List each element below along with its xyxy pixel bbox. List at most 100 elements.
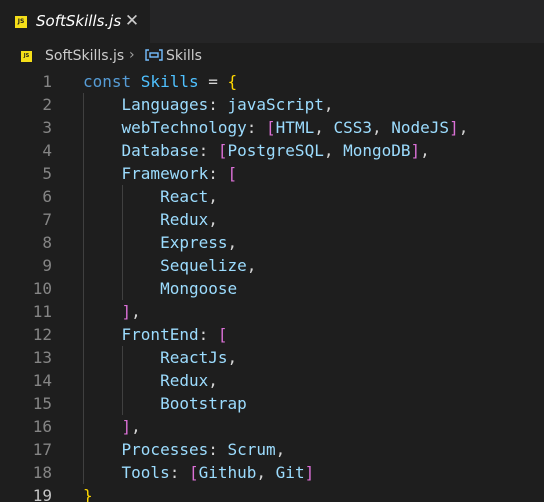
close-icon[interactable]: ✕ (123, 11, 141, 31)
code-token: , (323, 95, 334, 114)
code-text: Tools: [Github, Git] (83, 461, 315, 484)
line-number: 6 (42, 187, 52, 206)
code-text: Database: [PostgreSQL, MongoDB], (83, 139, 430, 162)
code-token: CSS3 (333, 118, 372, 137)
line-number: 12 (32, 325, 52, 344)
code-token: Processes (121, 440, 209, 459)
code-token: [ (188, 463, 199, 482)
editor-tab-bar: JS SoftSkills.js ✕ (0, 0, 544, 43)
code-text: Redux, (83, 208, 218, 231)
line-number: 19 (32, 486, 52, 502)
code-text: React, (83, 185, 218, 208)
code-text: const Skills = { (83, 70, 237, 93)
javascript-file-icon: JS (21, 51, 32, 62)
code-line[interactable]: 2 Languages: javaScript, (0, 93, 544, 116)
code-token: : (208, 164, 228, 183)
code-line[interactable]: 11 ], (0, 300, 544, 323)
breadcrumb-file[interactable]: SoftSkills.js (45, 48, 124, 64)
code-line[interactable]: 6 React, (0, 185, 544, 208)
code-text: ], (83, 415, 141, 438)
code-token: [ (227, 164, 238, 183)
code-line[interactable]: 4 Database: [PostgreSQL, MongoDB], (0, 139, 544, 162)
code-token: Redux (160, 371, 209, 390)
code-token: , (208, 187, 218, 206)
code-text: Sequelize, (83, 254, 256, 277)
code-line[interactable]: 12 FrontEnd: [ (0, 323, 544, 346)
code-text: Bootstrap (83, 392, 247, 415)
code-line[interactable]: 13 ReactJs, (0, 346, 544, 369)
line-number: 16 (32, 417, 52, 436)
code-line[interactable]: 3 webTechnology: [HTML, CSS3, NodeJS], (0, 116, 544, 139)
code-token: const (83, 72, 141, 91)
code-text: ], (83, 300, 141, 323)
line-number: 10 (32, 279, 52, 298)
code-line[interactable]: 10 Mongoose (0, 277, 544, 300)
code-token: Database (121, 141, 199, 160)
code-token: Skills (140, 72, 199, 91)
code-text: Languages: javaScript, (83, 93, 334, 116)
code-token: Github (198, 463, 257, 482)
code-line[interactable]: 15 Bootstrap (0, 392, 544, 415)
code-token: Framework (121, 164, 209, 183)
code-line[interactable]: 7 Redux, (0, 208, 544, 231)
breadcrumb: JS SoftSkills.js › Skills (0, 43, 544, 68)
tab-label: SoftSkills.js (36, 12, 122, 30)
line-number: 14 (32, 371, 52, 390)
line-number: 15 (32, 394, 52, 413)
code-text: Processes: Scrum, (83, 438, 286, 461)
code-line[interactable]: 18 Tools: [Github, Git] (0, 461, 544, 484)
line-number: 1 (42, 72, 52, 91)
code-line[interactable]: 19} (0, 484, 544, 502)
code-token: , (372, 118, 392, 137)
code-token: FrontEnd (121, 325, 199, 344)
code-line[interactable]: 16 ], (0, 415, 544, 438)
code-text: FrontEnd: [ (83, 323, 228, 346)
code-line[interactable]: 9 Sequelize, (0, 254, 544, 277)
code-token: Tools (121, 463, 170, 482)
code-token: ReactJs (160, 348, 228, 367)
code-token: , (314, 118, 334, 137)
code-editor[interactable]: 1 const Skills = {2 Languages: javaScript… (0, 68, 544, 502)
code-token: } (83, 486, 93, 502)
code-token: Mongoose (160, 279, 238, 298)
code-token: javaScript (227, 95, 324, 114)
code-token: Scrum (227, 440, 276, 459)
code-line[interactable]: 14 Redux, (0, 369, 544, 392)
code-text: ReactJs, (83, 346, 237, 369)
tab-softskills-js[interactable]: JS SoftSkills.js ✕ (0, 0, 150, 43)
line-number: 11 (32, 302, 52, 321)
code-token: ] (410, 141, 421, 160)
code-line[interactable]: 1 const Skills = { (0, 70, 544, 93)
line-number: 4 (42, 141, 52, 160)
javascript-file-icon: JS (15, 16, 27, 28)
code-token: : (198, 141, 218, 160)
code-token: , (208, 210, 218, 229)
code-token: ] (304, 463, 315, 482)
code-token: HTML (275, 118, 315, 137)
breadcrumb-symbol[interactable]: Skills (166, 48, 202, 64)
code-token: { (227, 72, 238, 91)
code-token: = (198, 72, 228, 91)
code-line[interactable]: 5 Framework: [ (0, 162, 544, 185)
code-text: Framework: [ (83, 162, 238, 185)
code-token: MongoDB (343, 141, 411, 160)
code-token: , (246, 256, 257, 275)
code-line[interactable]: 8 Express, (0, 231, 544, 254)
code-token: , (227, 233, 238, 252)
code-text: Express, (83, 231, 237, 254)
code-line[interactable]: 17 Processes: Scrum, (0, 438, 544, 461)
line-number: 13 (32, 348, 52, 367)
code-token: Sequelize (160, 256, 247, 275)
